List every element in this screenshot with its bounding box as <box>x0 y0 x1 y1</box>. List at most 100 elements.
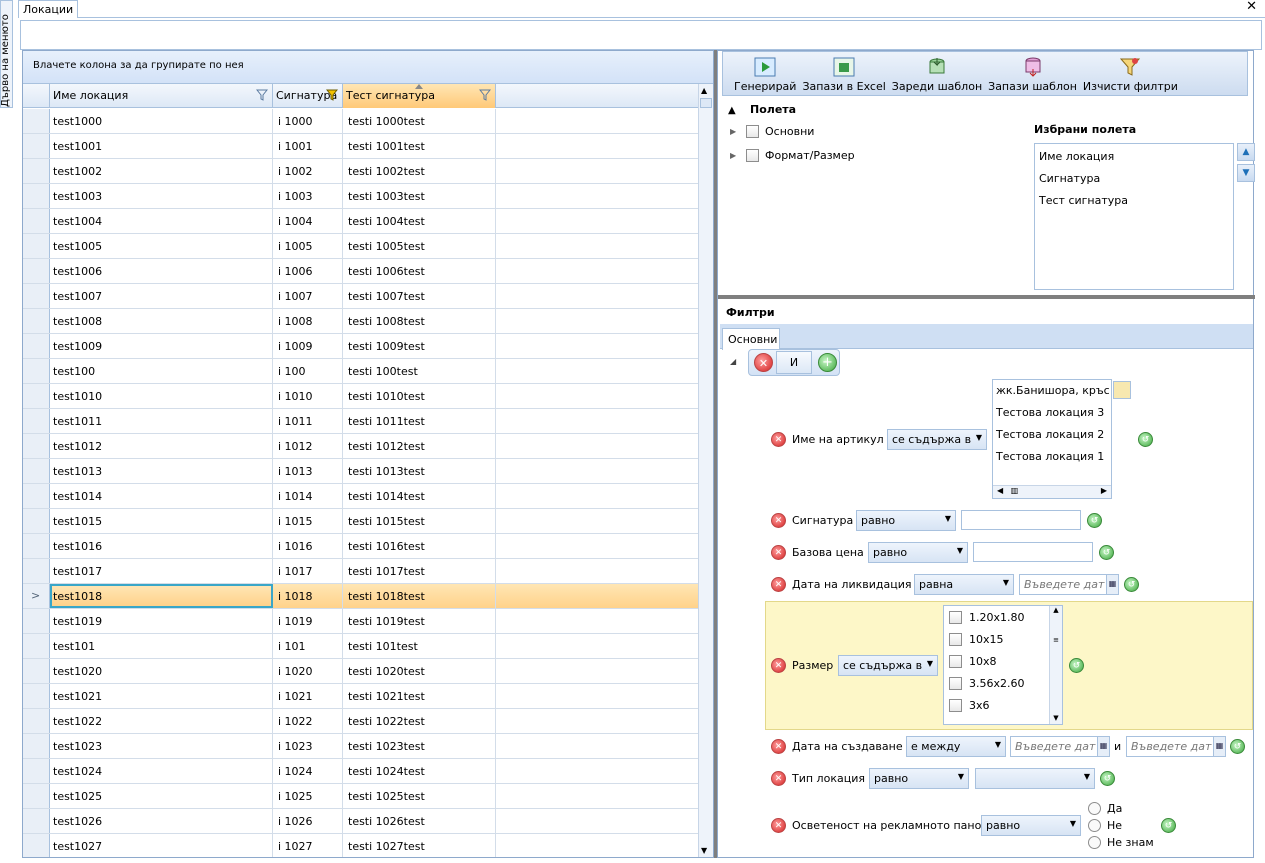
row-indicator[interactable] <box>23 734 50 758</box>
table-row[interactable]: test1013 i 1013 testi 1013test <box>23 459 699 484</box>
table-row[interactable]: test1014 i 1014 testi 1014test <box>23 484 699 509</box>
table-cell[interactable]: test1000 <box>50 109 273 133</box>
add-value-icon[interactable]: ↺ <box>1161 818 1176 833</box>
size-option[interactable]: 3x6 <box>944 694 1062 716</box>
row-indicator[interactable] <box>23 709 50 733</box>
table-row[interactable]: test1009 i 1009 testi 1009test <box>23 334 699 359</box>
table-cell[interactable]: test1001 <box>50 134 273 158</box>
table-cell[interactable]: test1027 <box>50 834 273 857</box>
tree-item-checkbox[interactable] <box>746 149 759 162</box>
calendar-icon[interactable]: ▦ <box>1106 575 1118 594</box>
row-indicator[interactable] <box>23 659 50 683</box>
table-row[interactable]: test1007 i 1007 testi 1007test <box>23 284 699 309</box>
table-cell[interactable]: testi 1010test <box>343 384 496 408</box>
table-cell[interactable]: i 1027 <box>273 834 343 857</box>
menu-tree-side-tab[interactable]: Дърво на менюто <box>0 0 13 108</box>
row-indicator[interactable] <box>23 459 50 483</box>
table-row[interactable]: test1021 i 1021 testi 1021test <box>23 684 699 709</box>
radio-button[interactable] <box>1088 819 1101 832</box>
table-cell[interactable]: testi 1018test <box>343 584 496 608</box>
article-hscrollbar[interactable]: ◀ ▥ ▶ <box>993 485 1111 498</box>
table-cell[interactable]: test1025 <box>50 784 273 808</box>
table-cell[interactable]: testi 1013test <box>343 459 496 483</box>
table-cell[interactable]: testi 1009test <box>343 334 496 358</box>
row-indicator[interactable] <box>23 534 50 558</box>
table-row[interactable]: test1022 i 1022 testi 1022test <box>23 709 699 734</box>
table-cell[interactable]: i 1025 <box>273 784 343 808</box>
table-cell[interactable]: i 1004 <box>273 209 343 233</box>
table-cell[interactable]: test1019 <box>50 609 273 633</box>
table-cell[interactable]: test1004 <box>50 209 273 233</box>
table-cell[interactable]: testi 1002test <box>343 159 496 183</box>
group-panel[interactable]: Влачете колона за да групирате по нея <box>23 51 713 84</box>
remove-condition-icon[interactable]: ✕ <box>771 432 786 447</box>
scroll-down-arrow-icon[interactable]: ▼ <box>1050 714 1062 722</box>
row-indicator[interactable] <box>23 184 50 208</box>
add-value-icon[interactable]: ↺ <box>1099 545 1114 560</box>
base-price-operator-select[interactable]: равно ▼ <box>868 542 968 563</box>
table-row[interactable]: test1006 i 1006 testi 1006test <box>23 259 699 284</box>
remove-condition-icon[interactable]: ✕ <box>771 771 786 786</box>
scroll-thumb[interactable]: ≡ <box>1050 636 1062 644</box>
table-cell[interactable]: testi 1023test <box>343 734 496 758</box>
table-cell[interactable]: test1020 <box>50 659 273 683</box>
table-cell[interactable]: i 1000 <box>273 109 343 133</box>
load-template-button[interactable]: Зареди шаблон <box>889 52 985 95</box>
radio-button[interactable] <box>1088 836 1101 849</box>
size-option[interactable]: 1.20x1.80 <box>944 606 1062 628</box>
table-cell[interactable]: testi 1017test <box>343 559 496 583</box>
size-option-checkbox[interactable] <box>949 632 962 646</box>
signature-operator-select[interactable]: равно ▼ <box>856 510 956 531</box>
table-row[interactable]: > test1018 i 1018 testi 1018test <box>23 584 699 609</box>
table-cell[interactable]: i 1006 <box>273 259 343 283</box>
collapse-fields-icon[interactable]: ▲ <box>728 105 736 116</box>
tree-item-basic[interactable]: ▶ Основни <box>730 125 814 138</box>
lighting-radio-yes[interactable]: Да <box>1088 800 1154 817</box>
size-operator-select[interactable]: се съдържа в ▼ <box>838 655 938 676</box>
table-cell[interactable]: testi 1020test <box>343 659 496 683</box>
clear-filters-button[interactable]: Изчисти филтри <box>1080 52 1181 95</box>
created-date-to-input[interactable]: Въведете дат ▦ <box>1126 736 1226 757</box>
base-price-input[interactable] <box>973 542 1093 562</box>
row-indicator[interactable] <box>23 284 50 308</box>
row-indicator[interactable] <box>23 684 50 708</box>
column-header-signature[interactable]: Сигнатура <box>273 84 343 108</box>
table-cell[interactable]: testi 1003test <box>343 184 496 208</box>
scroll-up-arrow-icon[interactable]: ▲ <box>701 86 707 95</box>
table-cell[interactable]: test1002 <box>50 159 273 183</box>
table-row[interactable]: test1000 i 1000 testi 1000test <box>23 109 699 134</box>
remove-condition-icon[interactable]: ✕ <box>771 658 786 673</box>
table-row[interactable]: test1011 i 1011 testi 1011test <box>23 409 699 434</box>
add-value-icon[interactable]: ↺ <box>1230 739 1245 754</box>
filter-icon[interactable] <box>256 89 268 101</box>
table-cell[interactable]: i 1021 <box>273 684 343 708</box>
row-indicator[interactable] <box>23 134 50 158</box>
move-down-icon[interactable]: ▼ <box>1237 164 1255 182</box>
signature-input[interactable] <box>961 510 1081 530</box>
lighting-operator-select[interactable]: равно ▼ <box>981 815 1081 836</box>
scroll-down-arrow-icon[interactable]: ▼ <box>701 846 707 855</box>
table-cell[interactable]: test1014 <box>50 484 273 508</box>
export-excel-button[interactable]: Запази в Excel <box>799 52 888 95</box>
table-cell[interactable]: i 1008 <box>273 309 343 333</box>
remove-condition-icon[interactable]: ✕ <box>771 577 786 592</box>
table-cell[interactable]: testi 1016test <box>343 534 496 558</box>
table-cell[interactable]: test1012 <box>50 434 273 458</box>
row-indicator[interactable]: > <box>23 584 50 608</box>
row-indicator[interactable] <box>23 159 50 183</box>
generate-button[interactable]: Генерирай <box>731 52 799 95</box>
table-cell[interactable]: test1015 <box>50 509 273 533</box>
table-cell[interactable]: testi 1014test <box>343 484 496 508</box>
remove-condition-icon[interactable]: ✕ <box>771 545 786 560</box>
row-indicator[interactable] <box>23 409 50 433</box>
table-cell[interactable]: test1024 <box>50 759 273 783</box>
edit-list-icon[interactable] <box>1113 381 1131 399</box>
row-indicator[interactable] <box>23 309 50 333</box>
calendar-icon[interactable]: ▦ <box>1213 737 1225 756</box>
table-cell[interactable]: test1003 <box>50 184 273 208</box>
table-cell[interactable]: testi 1022test <box>343 709 496 733</box>
row-indicator[interactable] <box>23 509 50 533</box>
table-cell[interactable]: test101 <box>50 634 273 658</box>
liquidation-date-operator-select[interactable]: равна ▼ <box>914 574 1014 595</box>
group-operator-button[interactable]: И <box>776 351 812 374</box>
